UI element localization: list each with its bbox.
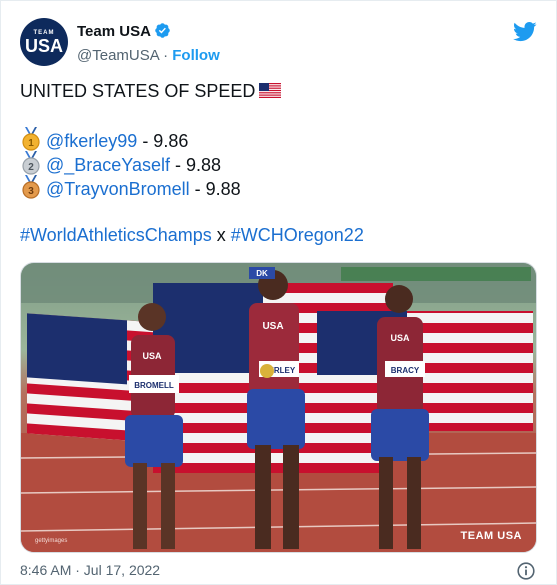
tweet-header: TEAM USA Team USA @TeamUSA · Follow [20, 18, 537, 68]
tweet-timestamp[interactable]: 8:46 AM · Jul 17, 2022 [20, 562, 160, 578]
banner-text: DK [256, 269, 268, 278]
us-flag-icon [259, 80, 282, 98]
separator-dot: · [163, 47, 169, 64]
medal-number: 3 [28, 186, 34, 197]
result-row: 1 @fkerley99 - 9.86 [20, 127, 537, 151]
hashtag-joiner: x [211, 225, 231, 245]
verified-badge-icon [154, 22, 171, 44]
bronze-medal-icon: 3 [20, 175, 42, 199]
author-handle[interactable]: @TeamUSA [77, 47, 159, 64]
headline-text: UNITED STATES OF SPEED [20, 81, 256, 101]
info-icon[interactable] [517, 562, 535, 580]
headline-line: UNITED STATES OF SPEED [20, 79, 537, 103]
gold-medal-icon: 1 [20, 127, 42, 151]
author-block: Team USA @TeamUSA · Follow [77, 22, 220, 64]
tweet-photo[interactable]: BROMELL USA KERLEY USA BRACY USA DK gett… [20, 262, 537, 553]
jersey-text-right: USA [390, 333, 410, 343]
result-time: - 9.88 [189, 179, 241, 199]
result-row: 3 @TrayvonBromell - 9.88 [20, 175, 537, 199]
author-name[interactable]: Team USA [77, 23, 151, 40]
result-time: - 9.88 [170, 155, 222, 175]
result-handle[interactable]: @fkerley99 [46, 131, 137, 151]
hashtag-link[interactable]: #WCHOregon22 [231, 225, 364, 245]
result-handle[interactable]: @_BraceYaself [46, 155, 170, 175]
tweet-text: UNITED STATES OF SPEED 1 @fkerley99 - 9.8… [20, 79, 537, 247]
avatar-text: USA [24, 36, 63, 56]
avatar[interactable]: TEAM USA [20, 18, 68, 66]
tweet-card: TEAM USA Team USA @TeamUSA · Follow UNIT… [0, 0, 557, 585]
result-time: - 9.86 [137, 131, 189, 151]
medal-number: 1 [28, 138, 34, 149]
photo-credit: gettyimages [35, 538, 68, 544]
hashtag-link[interactable]: #WorldAthleticsChamps [20, 225, 212, 245]
medal-number: 2 [28, 162, 34, 173]
photo-watermark: TEAM USA [460, 530, 522, 542]
jersey-text-center: USA [262, 321, 283, 332]
bib-left: BROMELL [134, 381, 174, 390]
follow-button[interactable]: Follow [172, 47, 220, 64]
twitter-bird-icon[interactable] [513, 22, 537, 42]
bib-right: BRACY [391, 366, 420, 375]
jersey-text-left: USA [142, 351, 162, 361]
hashtag-line: #WorldAthleticsChamps x #WCHOregon22 [20, 223, 537, 247]
result-handle[interactable]: @TrayvonBromell [46, 179, 190, 199]
photo-illustration: BROMELL USA KERLEY USA BRACY USA DK [21, 263, 536, 552]
silver-medal-icon: 2 [20, 151, 42, 175]
handle-row: @TeamUSA · Follow [77, 47, 220, 64]
result-row: 2 @_BraceYaself - 9.88 [20, 151, 537, 175]
